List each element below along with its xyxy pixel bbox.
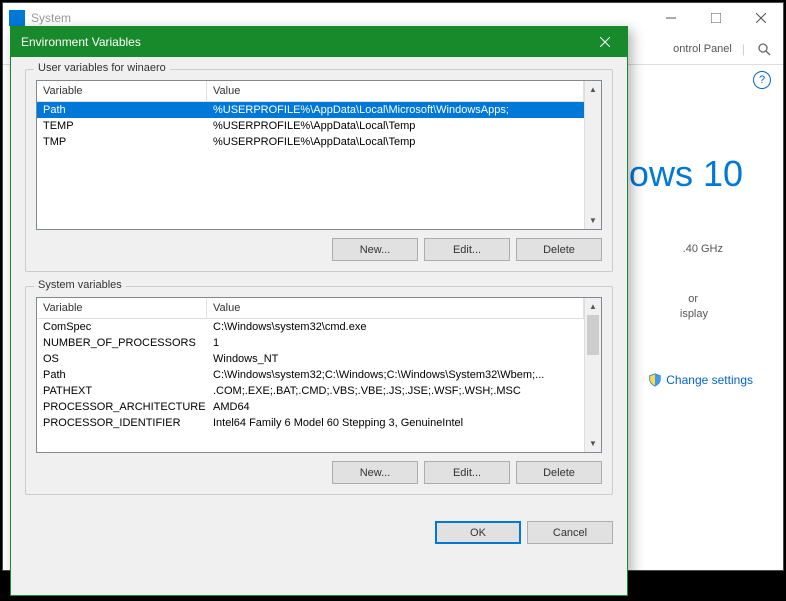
col-header-variable[interactable]: Variable (37, 298, 207, 318)
var-value: %USERPROFILE%\AppData\Local\Temp (207, 134, 584, 150)
minimize-icon (666, 13, 676, 23)
windows-logo-text: ows 10 (629, 153, 743, 195)
scroll-down-icon[interactable]: ▼ (585, 435, 601, 452)
table-row[interactable]: PROCESSOR_IDENTIFIERIntel64 Family 6 Mod… (37, 415, 584, 431)
maximize-button[interactable] (693, 3, 738, 33)
table-row[interactable]: TMP%USERPROFILE%\AppData\Local\Temp (37, 134, 584, 150)
user-variables-group: User variables for winaero Variable Valu… (25, 69, 613, 272)
var-name: OS (37, 351, 207, 367)
env-vars-dialog: Environment Variables User variables for… (10, 26, 628, 596)
var-name: Path (37, 367, 207, 383)
var-name: TMP (37, 134, 207, 150)
scroll-up-icon[interactable]: ▲ (585, 81, 601, 98)
dialog-titlebar: Environment Variables (11, 27, 627, 57)
var-value: AMD64 (207, 399, 584, 415)
user-vars-list[interactable]: Variable Value Path%USERPROFILE%\AppData… (36, 80, 602, 230)
user-delete-button[interactable]: Delete (516, 238, 602, 261)
ok-button[interactable]: OK (435, 521, 521, 544)
var-value: C:\Windows\system32\cmd.exe (207, 319, 584, 335)
table-row[interactable]: ComSpecC:\Windows\system32\cmd.exe (37, 319, 584, 335)
dialog-title: Environment Variables (21, 35, 582, 49)
var-name: TEMP (37, 118, 207, 134)
system-icon (9, 10, 25, 26)
spec-display: isplay (680, 308, 708, 320)
minimize-button[interactable] (648, 3, 693, 33)
var-name: PATHEXT (37, 383, 207, 399)
col-header-value[interactable]: Value (207, 81, 584, 101)
var-name: NUMBER_OF_PROCESSORS (37, 335, 207, 351)
col-header-value[interactable]: Value (207, 298, 584, 318)
sys-new-button[interactable]: New... (332, 461, 418, 484)
bg-title: System (31, 11, 648, 25)
table-row[interactable]: Path%USERPROFILE%\AppData\Local\Microsof… (37, 102, 584, 118)
spec-cpu: .40 GHz (683, 243, 723, 255)
var-value: %USERPROFILE%\AppData\Local\Temp (207, 118, 584, 134)
close-button[interactable] (738, 3, 783, 33)
var-name: ComSpec (37, 319, 207, 335)
user-group-label: User variables for winaero (34, 62, 170, 74)
shield-icon (648, 373, 662, 387)
scroll-up-icon[interactable]: ▲ (585, 298, 601, 315)
var-value: .COM;.EXE;.BAT;.CMD;.VBS;.VBE;.JS;.JSE;.… (207, 383, 584, 399)
table-row[interactable]: PathC:\Windows\system32;C:\Windows;C:\Wi… (37, 367, 584, 383)
change-settings-label: Change settings (666, 373, 753, 387)
table-row[interactable]: OSWindows_NT (37, 351, 584, 367)
table-row[interactable]: PROCESSOR_ARCHITECTUREAMD64 (37, 399, 584, 415)
col-header-variable[interactable]: Variable (37, 81, 207, 101)
var-value: Intel64 Family 6 Model 60 Stepping 3, Ge… (207, 415, 584, 431)
maximize-icon (711, 13, 721, 23)
help-icon[interactable]: ? (753, 71, 771, 89)
spec-processor: or (688, 293, 698, 305)
system-group-label: System variables (34, 279, 126, 291)
var-value: C:\Windows\system32;C:\Windows;C:\Window… (207, 367, 584, 383)
sys-delete-button[interactable]: Delete (516, 461, 602, 484)
sys-edit-button[interactable]: Edit... (424, 461, 510, 484)
system-variables-group: System variables Variable Value ComSpecC… (25, 286, 613, 495)
var-value: Windows_NT (207, 351, 584, 367)
system-vars-list[interactable]: Variable Value ComSpecC:\Windows\system3… (36, 297, 602, 453)
var-name: Path (37, 102, 207, 118)
table-row[interactable]: NUMBER_OF_PROCESSORS1 (37, 335, 584, 351)
search-icon[interactable] (755, 40, 773, 58)
table-row[interactable]: TEMP%USERPROFILE%\AppData\Local\Temp (37, 118, 584, 134)
change-settings-link[interactable]: Change settings (648, 373, 753, 387)
close-icon (600, 37, 610, 47)
var-value: %USERPROFILE%\AppData\Local\Microsoft\Wi… (207, 102, 584, 118)
table-row[interactable]: PATHEXT.COM;.EXE;.BAT;.CMD;.VBS;.VBE;.JS… (37, 383, 584, 399)
scroll-down-icon[interactable]: ▼ (585, 212, 601, 229)
breadcrumb[interactable]: ontrol Panel (673, 43, 732, 55)
var-name: PROCESSOR_IDENTIFIER (37, 415, 207, 431)
user-new-button[interactable]: New... (332, 238, 418, 261)
var-value: 1 (207, 335, 584, 351)
scrollbar[interactable]: ▲ ▼ (584, 81, 601, 229)
var-name: PROCESSOR_ARCHITECTURE (37, 399, 207, 415)
dialog-close-button[interactable] (582, 27, 627, 57)
close-icon (756, 13, 766, 23)
scroll-thumb[interactable] (587, 315, 599, 355)
user-edit-button[interactable]: Edit... (424, 238, 510, 261)
scrollbar[interactable]: ▲ ▼ (584, 298, 601, 452)
cancel-button[interactable]: Cancel (527, 521, 613, 544)
